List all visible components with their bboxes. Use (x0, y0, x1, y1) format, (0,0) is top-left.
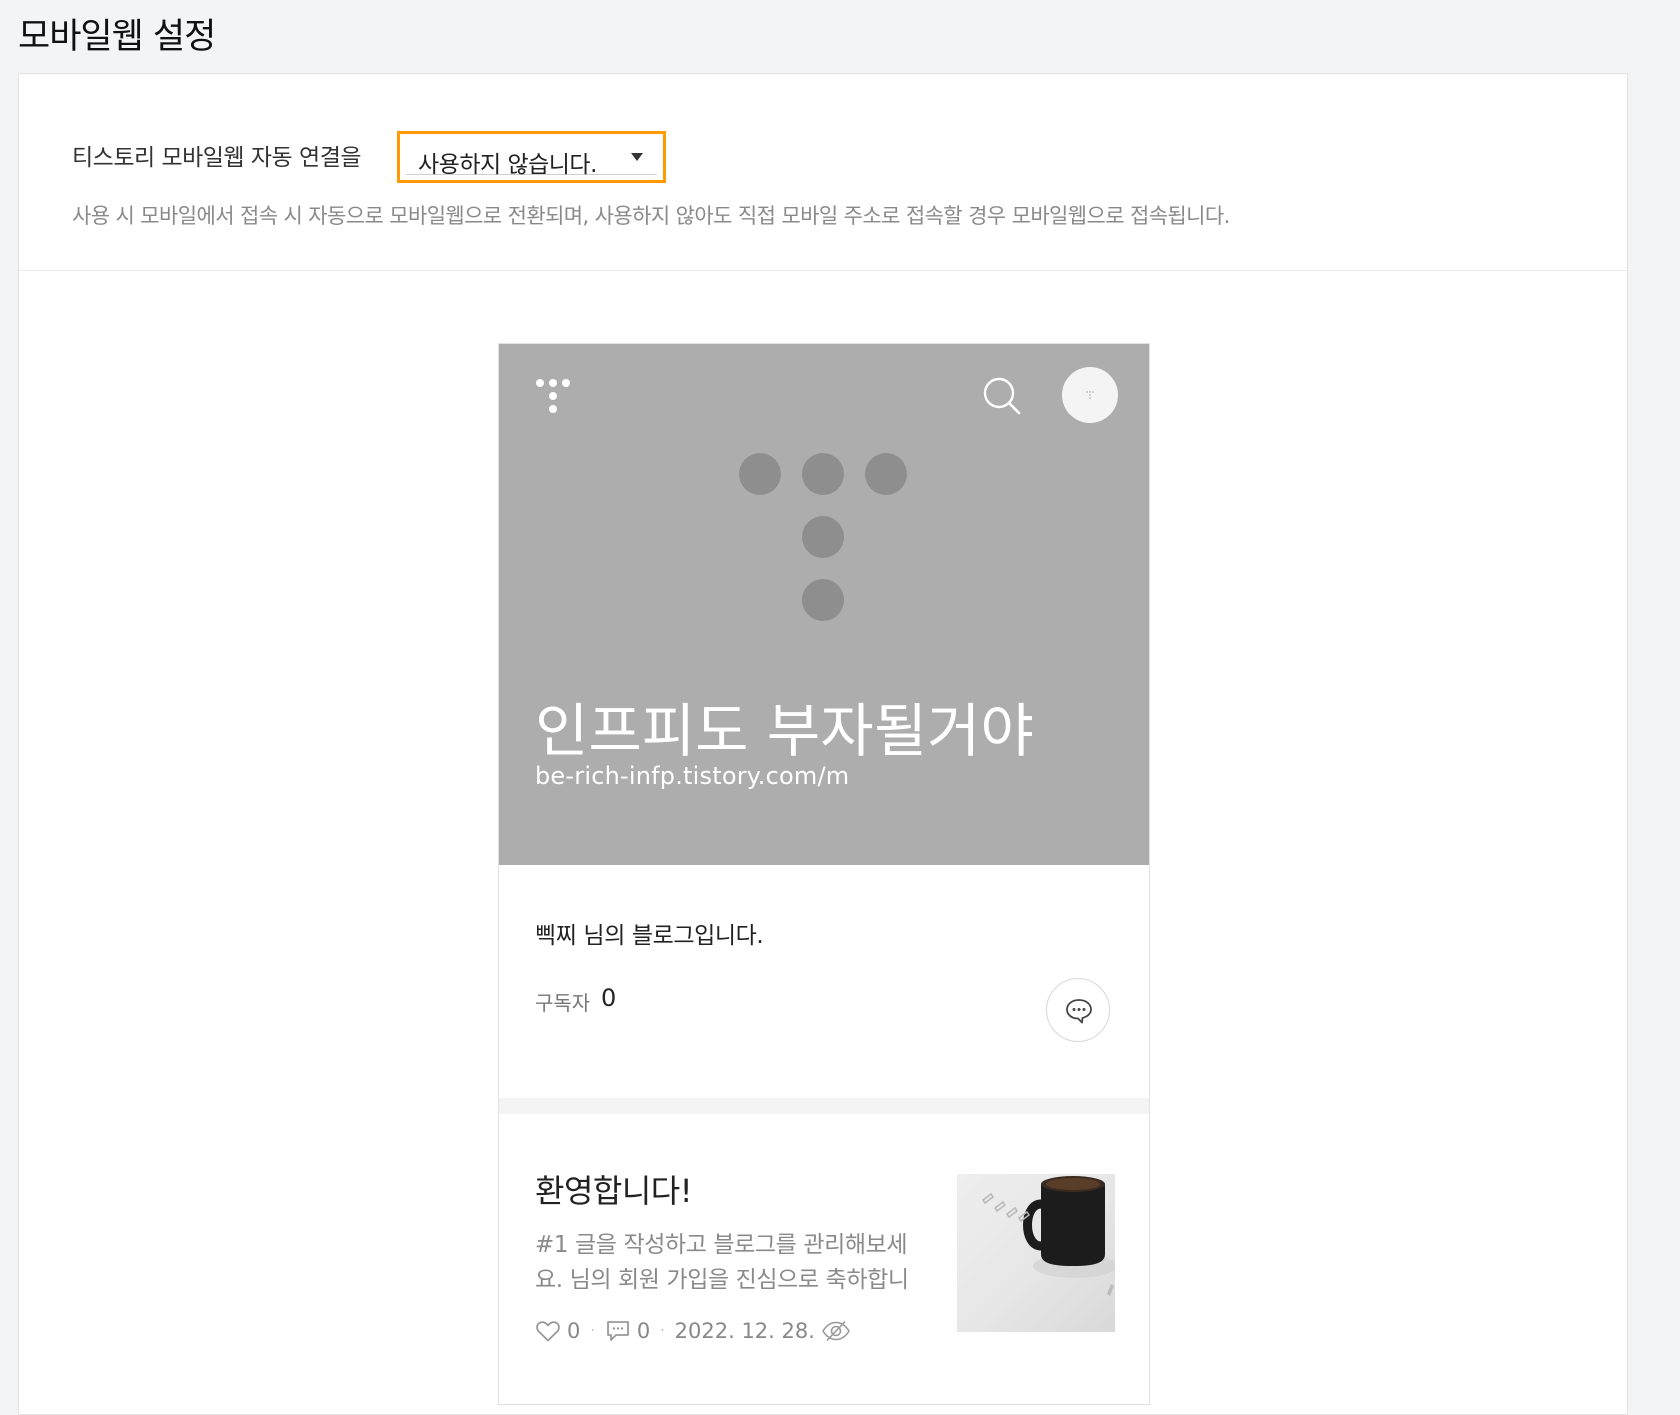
post-excerpt: #1 글을 작성하고 블로그를 관리해보세요. 님의 회원 가입을 진심으로 축… (535, 1232, 909, 1293)
speech-bubble-icon (606, 1321, 629, 1341)
page-title: 모바일웹 설정 (18, 17, 216, 57)
setting-label: 티스토리 모바일웹 자동 연결을 (72, 145, 362, 171)
select-field: 사용하지 않습니다. (406, 139, 657, 178)
heart-icon[interactable] (535, 1319, 561, 1343)
section-divider (499, 1098, 1149, 1114)
blog-title: 인프피도 부자될거야 (535, 697, 1034, 765)
blog-intro: 삑찌 님의 블로그입니다. 구독자 0 (499, 865, 1149, 1098)
list-item[interactable]: 환영합니다! #1 글을 작성하고 블로그를 관리해보세요. 님의 회원 가입을… (499, 1114, 1149, 1404)
coffee-mug-image (981, 1176, 1115, 1296)
preview-header: 인프피도 부자될거야 be-rich-infp.tistory.com/m (499, 344, 1149, 865)
post-thumbnail[interactable] (957, 1174, 1115, 1332)
subscriber-count: 0 (601, 984, 617, 1012)
setting-help-text: 사용 시 모바일에서 접속 시 자동으로 모바일웹으로 전환되며, 사용하지 않… (72, 204, 1230, 228)
avatar[interactable] (1062, 367, 1118, 423)
post-title[interactable]: 환영합니다! (535, 1166, 693, 1212)
chevron-down-icon (631, 153, 643, 161)
guestbook-button[interactable] (1046, 978, 1110, 1042)
hidden-eye-icon (821, 1320, 850, 1342)
like-count: 0 (567, 1319, 581, 1343)
settings-panel: 티스토리 모바일웹 자동 연결을 사용하지 않습니다. 사용 시 모바일에서 접… (18, 73, 1628, 1415)
post-meta: 0 · 0 · 2022. 12. 28. (535, 1316, 851, 1346)
search-icon[interactable] (982, 376, 1022, 416)
meta-separator: · (660, 1323, 665, 1339)
comment-count: 0 (636, 1319, 651, 1343)
mobile-preview: 인프피도 부자될거야 be-rich-infp.tistory.com/m 삑찌… (498, 343, 1150, 1405)
comment-icon (1066, 999, 1092, 1024)
meta-separator: · (590, 1323, 595, 1339)
subscriber-label: 구독자 (535, 991, 591, 1015)
post-date: 2022. 12. 28. (674, 1319, 815, 1343)
blog-url[interactable]: be-rich-infp.tistory.com/m (535, 762, 849, 790)
select-value: 사용하지 않습니다. (418, 152, 597, 178)
mobile-web-setting: 티스토리 모바일웹 자동 연결을 사용하지 않습니다. 사용 시 모바일에서 접… (19, 74, 1627, 271)
intro-text: 삑찌 님의 블로그입니다. (535, 923, 764, 949)
auto-connect-select[interactable]: 사용하지 않습니다. (397, 131, 666, 183)
